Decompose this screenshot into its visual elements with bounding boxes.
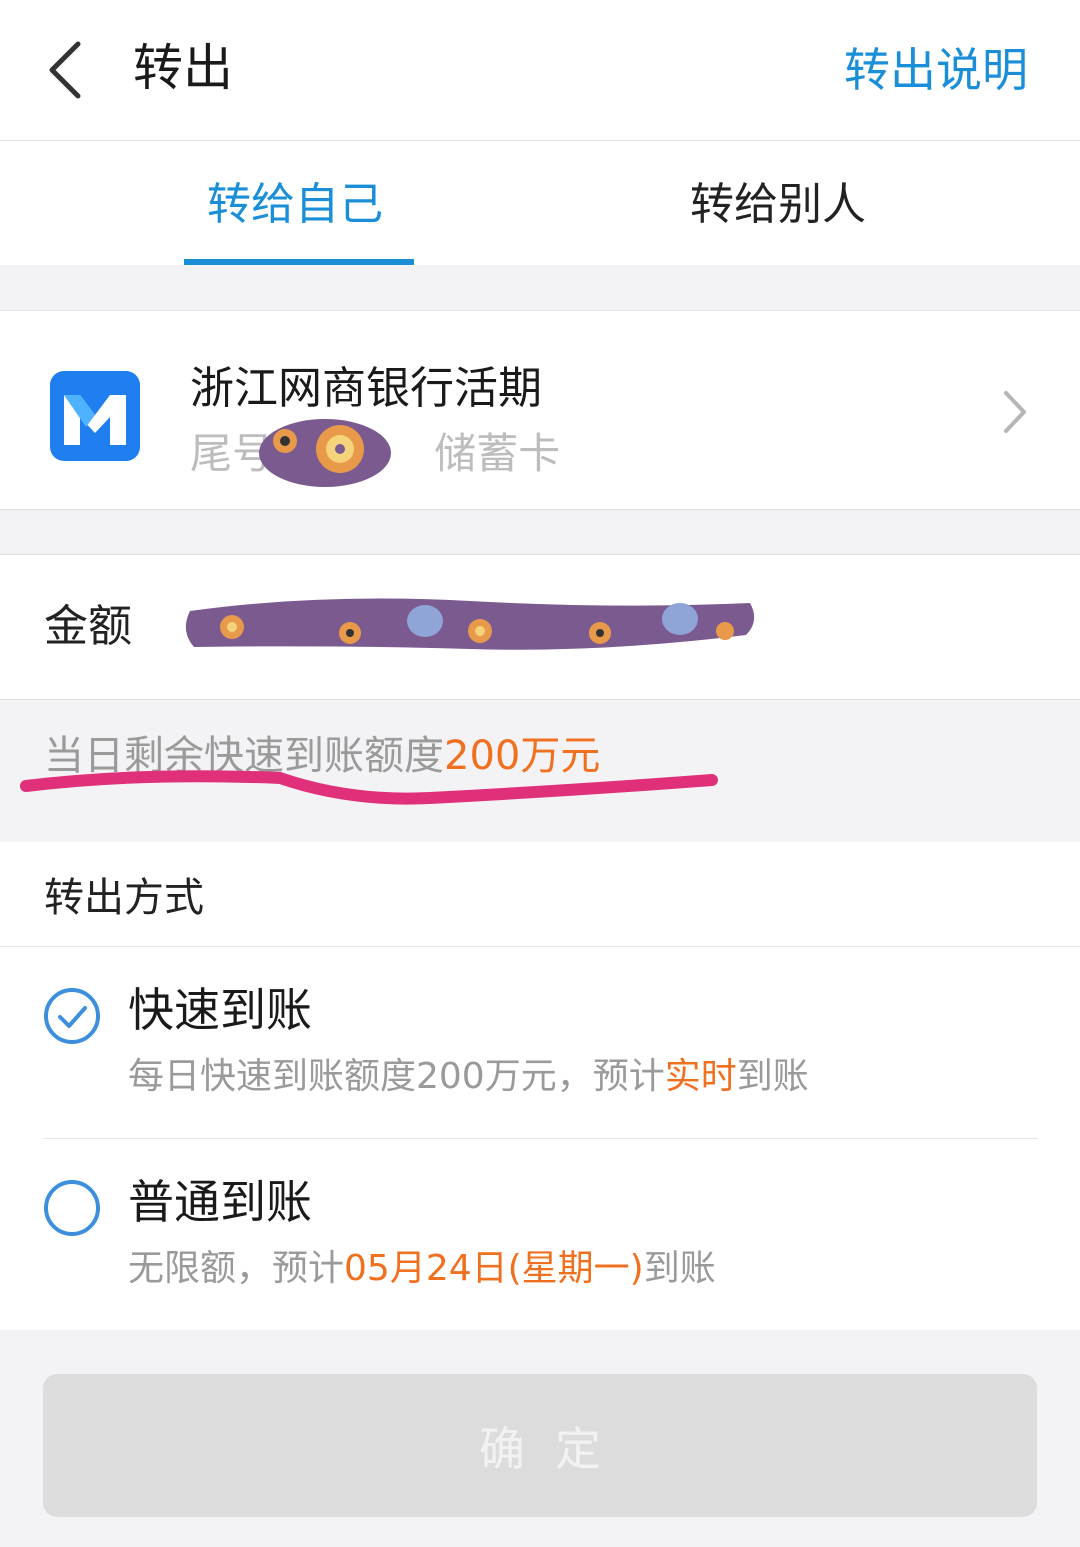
desc-highlight: 05月24日(星期一) bbox=[344, 1248, 644, 1289]
annotation-underline bbox=[20, 770, 718, 805]
option-title: 普通到账 bbox=[128, 1175, 312, 1229]
divider bbox=[44, 1138, 1038, 1139]
amount-label: 金额 bbox=[44, 601, 132, 652]
option-description: 无限额，预计05月24日(星期一)到账 bbox=[128, 1244, 716, 1294]
transfer-method-title: 转出方式 bbox=[44, 875, 204, 921]
desc-suffix: 到账 bbox=[643, 1248, 716, 1289]
option-title: 快速到账 bbox=[128, 983, 312, 1037]
bank-account-selector[interactable]: 浙江网商银行活期 尾号 储蓄卡 bbox=[0, 310, 1080, 510]
confirm-button[interactable]: 确定 bbox=[43, 1374, 1037, 1517]
radio-checked-icon[interactable] bbox=[42, 986, 102, 1046]
amount-row: 金额 bbox=[0, 554, 1080, 700]
transfer-method-section: 转出方式 快速到账 每日快速到账额度200万元，预计实时到账 普通到账 无限额，… bbox=[0, 842, 1080, 1330]
tab-to-others[interactable]: 转给别人 bbox=[690, 177, 866, 233]
desc-suffix: 到账 bbox=[736, 1056, 809, 1097]
radio-unchecked-icon[interactable] bbox=[42, 1178, 102, 1238]
option-description: 每日快速到账额度200万元，预计实时到账 bbox=[128, 1052, 809, 1102]
desc-prefix: 无限额，预计 bbox=[128, 1248, 345, 1289]
transfer-help-link[interactable]: 转出说明 bbox=[844, 38, 1028, 102]
page-title: 转出 bbox=[133, 39, 233, 97]
chevron-right-icon bbox=[1004, 391, 1026, 433]
option-fast-arrival[interactable]: 快速到账 每日快速到账额度200万元，预计实时到账 bbox=[0, 948, 1080, 1138]
chevron-left-icon[interactable] bbox=[40, 38, 90, 102]
tab-bar: 转给自己 转给别人 bbox=[0, 141, 1080, 265]
top-bar: 转出 转出说明 bbox=[0, 0, 1080, 141]
tab-to-self[interactable]: 转给自己 bbox=[207, 177, 383, 233]
divider bbox=[0, 946, 1080, 947]
redaction-sticker bbox=[259, 419, 391, 487]
bank-name: 浙江网商银行活期 bbox=[190, 363, 542, 414]
card-type: 储蓄卡 bbox=[434, 429, 561, 478]
active-tab-indicator bbox=[184, 259, 414, 265]
desc-highlight: 实时 bbox=[664, 1056, 737, 1097]
mybank-logo-icon bbox=[50, 371, 140, 461]
amount-input[interactable] bbox=[180, 591, 760, 661]
desc-prefix: 每日快速到账额度200万元，预计 bbox=[128, 1056, 665, 1097]
option-normal-arrival[interactable]: 普通到账 无限额，预计05月24日(星期一)到账 bbox=[0, 1140, 1080, 1330]
